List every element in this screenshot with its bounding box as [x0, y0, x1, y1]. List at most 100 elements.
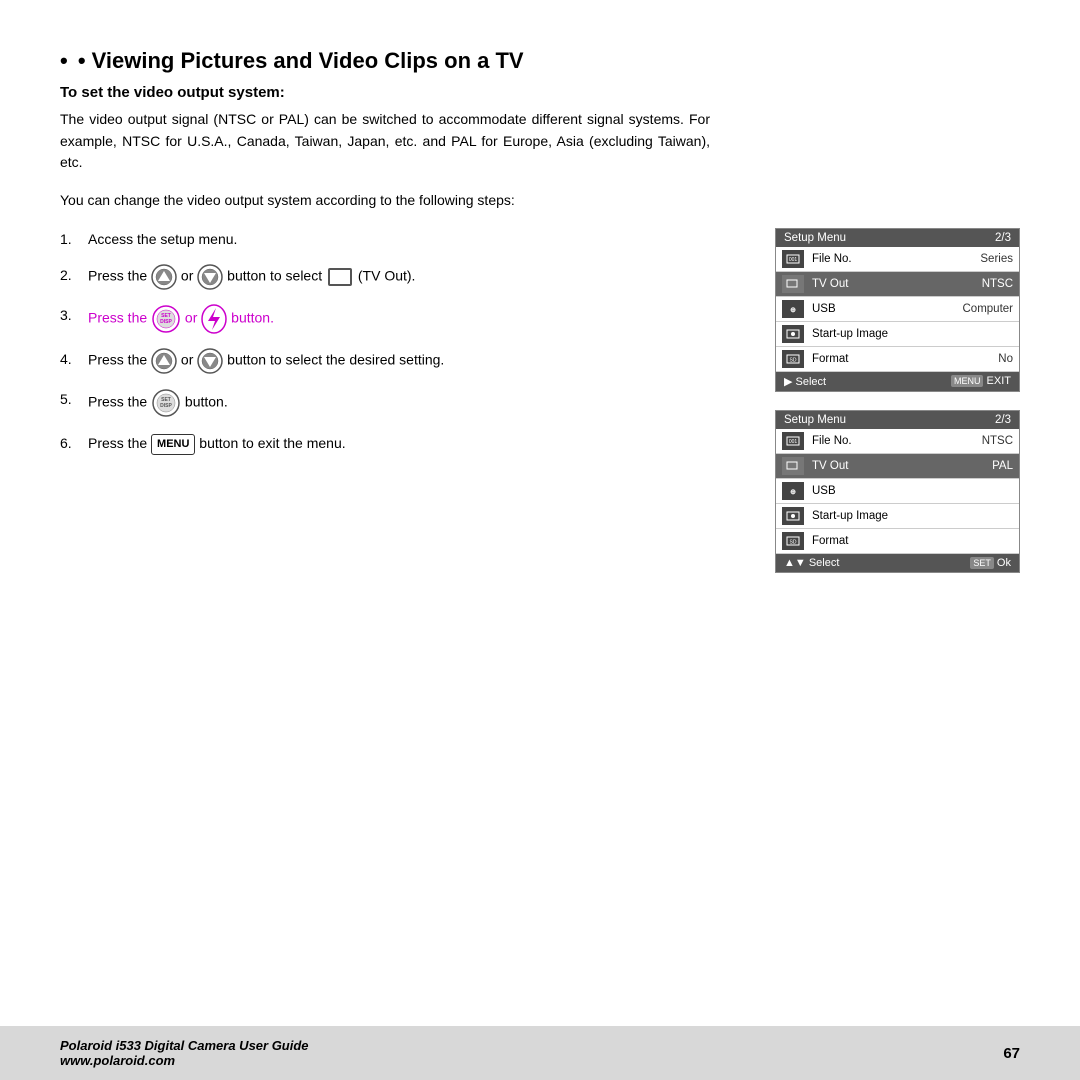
menu-2-icon-5: SD — [782, 532, 804, 550]
step-1-num: 1. — [60, 228, 80, 250]
step-3-text: Press the SET DISP or button. — [88, 304, 755, 334]
menu-1-label-4: Start-up Image — [812, 328, 1013, 340]
step-2: 2. Press the or button to select — [60, 264, 755, 290]
menu-2-title: Setup Menu — [784, 414, 846, 426]
menu-2-icon-4 — [782, 507, 804, 525]
menu-1-icon-3: ⊕ — [782, 300, 804, 318]
menu-1-icon-5: SD — [782, 350, 804, 368]
step-6: 6. Press the MENU button to exit the men… — [60, 432, 755, 455]
menu-1-header: Setup Menu 2/3 — [776, 229, 1019, 247]
setup-menu-1: Setup Menu 2/3 001 File No. Series — [775, 228, 1020, 392]
tv-out-icon-2 — [786, 461, 800, 471]
menu-1-icon-4 — [782, 325, 804, 343]
menu-2-icon-2 — [782, 457, 804, 475]
menu-1-label-5: Format — [812, 353, 998, 365]
svg-text:DISP: DISP — [160, 403, 172, 409]
step-6-text: Press the MENU button to exit the menu. — [88, 432, 755, 455]
step-1-text: Access the setup menu. — [88, 228, 755, 250]
arrow-up-icon-2 — [151, 348, 177, 374]
menu-2-row-4: Start-up Image — [776, 504, 1019, 529]
menu-1-row-2: TV Out NTSC — [776, 272, 1019, 297]
content-area: 1. Access the setup menu. 2. Press the o… — [60, 228, 1020, 591]
step-2-num: 2. — [60, 264, 80, 286]
menu-2-row-2: TV Out PAL — [776, 454, 1019, 479]
step-4-num: 4. — [60, 348, 80, 370]
usb-icon-1: ⊕ — [786, 304, 800, 314]
format-icon-1: SD — [786, 354, 800, 364]
startup-icon-2 — [786, 511, 800, 521]
page-title: • • Viewing Pictures and Video Clips on … — [60, 48, 1020, 74]
body-text-2: You can change the video output system a… — [60, 190, 710, 212]
svg-text:SD: SD — [790, 539, 797, 545]
menu-2-header: Setup Menu 2/3 — [776, 411, 1019, 429]
menu-2-label-5: Format — [812, 535, 1013, 547]
step-6-num: 6. — [60, 432, 80, 454]
svg-text:001: 001 — [789, 439, 798, 445]
menu-2-row-5: SD Format — [776, 529, 1019, 554]
tv-out-icon-1 — [786, 279, 800, 289]
menu-1-value-3: Computer — [963, 303, 1014, 315]
menu-1-title: Setup Menu — [784, 232, 846, 244]
menu-1-label-3: USB — [812, 303, 963, 315]
menu-2-ok: SET Ok — [970, 557, 1011, 569]
flash-icon-pink — [201, 304, 227, 334]
step-4-text: Press the or button to select the desire… — [88, 348, 755, 374]
step-3-num: 3. — [60, 304, 80, 326]
footer: Polaroid i533 Digital Camera User Guide … — [0, 1026, 1080, 1080]
menu-2-row-1: 001 File No. NTSC — [776, 429, 1019, 454]
set-btn-icon: SET DISP — [151, 388, 181, 418]
footer-left: Polaroid i533 Digital Camera User Guide … — [60, 1038, 309, 1068]
arrow-down-icon-2 — [197, 348, 223, 374]
usb-icon-2: ⊕ — [786, 486, 800, 496]
menu-1-label-1: File No. — [812, 253, 980, 265]
menus-column: Setup Menu 2/3 001 File No. Series — [775, 228, 1020, 591]
arrow-down-icon — [197, 264, 223, 290]
step-2-text: Press the or button to select (TV Ou — [88, 264, 755, 290]
step-1: 1. Access the setup menu. — [60, 228, 755, 250]
menu-1-label-2: TV Out — [812, 278, 982, 290]
menu-2-icon-1: 001 — [782, 432, 804, 450]
menu-1-value-1: Series — [980, 253, 1013, 265]
step-4: 4. Press the or button to select the de — [60, 348, 755, 374]
menu-1-icon-2 — [782, 275, 804, 293]
menu-1-row-5: SD Format No — [776, 347, 1019, 372]
footer-website: www.polaroid.com — [60, 1053, 309, 1068]
menu-2-label-1: File No. — [812, 435, 982, 447]
menu-1-value-2: NTSC — [982, 278, 1013, 290]
menu-1-value-5: No — [998, 353, 1013, 365]
menu-2-row-3: ⊕ USB — [776, 479, 1019, 504]
step-3: 3. Press the SET DISP or button. — [60, 304, 755, 334]
menu-2-value-1: NTSC — [982, 435, 1013, 447]
menu-1-row-4: Start-up Image — [776, 322, 1019, 347]
menu-1-footer: ▶ Select MENU EXIT — [776, 372, 1019, 391]
menu-2-label-3: USB — [812, 485, 1013, 497]
menu-2-footer: ▲▼ Select SET Ok — [776, 554, 1019, 572]
file-icon-1: 001 — [786, 254, 800, 264]
menu-2-select-label: ▲▼ Select — [784, 557, 839, 569]
body-text-1: The video output signal (NTSC or PAL) ca… — [60, 109, 710, 174]
step-5: 5. Press the SET DISP button. — [60, 388, 755, 418]
svg-text:SD: SD — [790, 357, 797, 363]
set-disp-icon-pink: SET DISP — [151, 304, 181, 334]
file-icon-2: 001 — [786, 436, 800, 446]
steps-column: 1. Access the setup menu. 2. Press the o… — [60, 228, 755, 591]
svg-text:⊕: ⊕ — [790, 307, 796, 314]
menu-2-icon-3: ⊕ — [782, 482, 804, 500]
set-ok-label: SET — [970, 557, 994, 569]
arrow-up-icon — [151, 264, 177, 290]
page: • • Viewing Pictures and Video Clips on … — [0, 0, 1080, 1080]
startup-icon-1 — [786, 329, 800, 339]
menu-1-page: 2/3 — [995, 232, 1011, 244]
menu-1-icon-1: 001 — [782, 250, 804, 268]
menu-2-label-4: Start-up Image — [812, 510, 1013, 522]
menu-1-exit: MENU EXIT — [951, 375, 1011, 387]
svg-text:⊕: ⊕ — [790, 489, 796, 496]
svg-text:DISP: DISP — [160, 319, 172, 325]
footer-brand: Polaroid i533 Digital Camera User Guide — [60, 1038, 309, 1053]
setup-menu-2: Setup Menu 2/3 001 File No. NTSC — [775, 410, 1020, 573]
subtitle: To set the video output system: — [60, 84, 1020, 101]
bullet: • — [60, 48, 68, 73]
menu-icon-label: MENU — [951, 375, 984, 387]
menu-1-row-1: 001 File No. Series — [776, 247, 1019, 272]
menu-2-page: 2/3 — [995, 414, 1011, 426]
